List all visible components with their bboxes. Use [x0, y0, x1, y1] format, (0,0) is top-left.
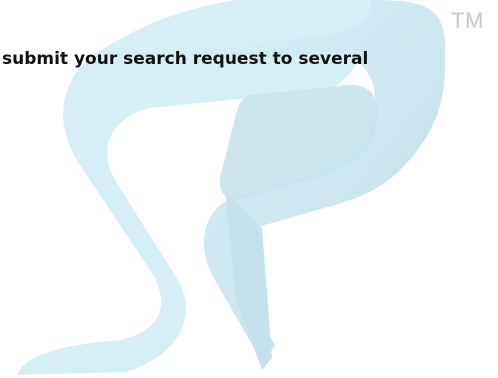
trademark-symbol: TM — [451, 8, 484, 33]
search-request-headline: submit your search request to several — [2, 49, 369, 69]
